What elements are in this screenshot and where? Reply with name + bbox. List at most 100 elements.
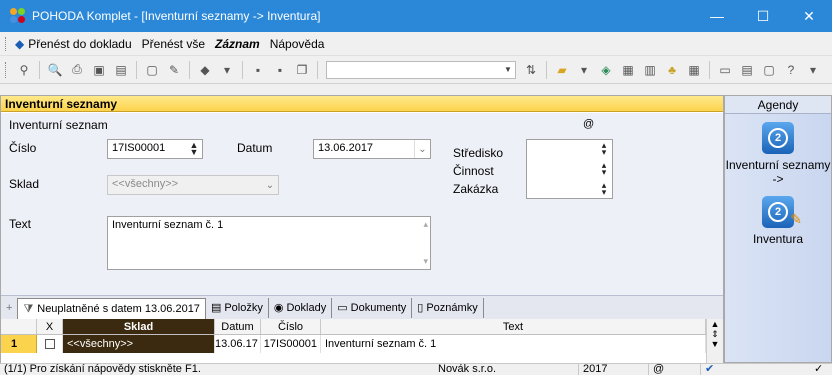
stredisko-cinnost-zakazka-field[interactable]: ▴ ▾ ▴ ▾ ▴ ▾: [526, 139, 613, 199]
datum-field[interactable]: 13.06.2017 ⌄: [313, 139, 431, 159]
cislo-field[interactable]: 17IS00001 ▲ ▼: [107, 139, 203, 159]
edit-icon[interactable]: ✎: [165, 61, 183, 79]
check-icon: ✔: [700, 363, 740, 375]
spinner-icon[interactable]: ▴ ▾: [598, 161, 610, 177]
scroll-up-icon[interactable]: ▴: [423, 219, 428, 230]
column-header-sklad[interactable]: Sklad: [63, 319, 215, 334]
chevron-down-icon: ⌄: [265, 179, 275, 191]
maximize-button[interactable]: ☐: [740, 0, 786, 32]
minimize-button[interactable]: —: [694, 0, 740, 32]
attach-icon[interactable]: ◈: [597, 61, 615, 79]
column-header[interactable]: Text: [321, 319, 706, 334]
print-preview-icon[interactable]: ▣: [90, 61, 108, 79]
documents-icon: ◉: [273, 302, 284, 314]
close-button[interactable]: ✕: [786, 0, 832, 32]
barcode-icon[interactable]: ▦: [685, 61, 703, 79]
search-icon[interactable]: 🔍: [46, 61, 64, 79]
menu-napoveda[interactable]: Nápověda: [270, 37, 325, 51]
back-icon[interactable]: ◆: [196, 61, 214, 79]
cell-text[interactable]: Inventurní seznam č. 1: [321, 335, 706, 353]
menu-grip: [5, 36, 9, 51]
tab-dokumenty[interactable]: ▭ Dokumenty: [332, 297, 413, 318]
form-icon[interactable]: ▭: [716, 61, 734, 79]
agenda-inventurni-seznamy[interactable]: 2 Inventurní seznamy ->: [725, 122, 831, 186]
tab-doklady[interactable]: ◉ Doklady: [269, 297, 333, 318]
filter-icon[interactable]: ⚲: [15, 61, 33, 79]
pin-icon[interactable]: +: [1, 298, 17, 318]
toolbar-grip: [5, 61, 9, 78]
status-bar: (1/1) Pro získání nápovědy stiskněte F1.…: [0, 363, 832, 375]
grid-header: X Sklad Datum Číslo Text: [1, 319, 723, 335]
spinner-icon[interactable]: ▲ ▼: [188, 141, 200, 157]
dropdown-icon[interactable]: ▾: [804, 61, 822, 79]
window-icon[interactable]: ▢: [760, 61, 778, 79]
list-icon[interactable]: ▤: [738, 61, 756, 79]
menu-prenest-do-dokladu[interactable]: ◆ Přenést do dokladu: [15, 37, 132, 51]
sklad-field: <<všechny>> ⌄: [107, 175, 279, 195]
tab-neuplatnene[interactable]: ⧩ Neuplatněné s datem 13.06.2017: [17, 297, 206, 320]
scroll-down-icon[interactable]: ▾: [423, 256, 428, 267]
row-number-header: [1, 319, 37, 334]
combo-dropdown-icon[interactable]: ▼: [501, 62, 515, 78]
agenda-label: Inventura: [752, 232, 804, 246]
folder-icon[interactable]: ▰: [553, 61, 571, 79]
dropdown-icon[interactable]: ▾: [218, 61, 236, 79]
status-at: @: [648, 363, 678, 375]
table-row[interactable]: 1 <<všechny>> 13.06.17 17IS00001 Inventu…: [1, 335, 723, 353]
list-icon: ▤: [210, 302, 222, 314]
report-icon[interactable]: ▤: [112, 61, 130, 79]
help-icon[interactable]: ?: [782, 61, 800, 79]
status-year: 2017: [578, 363, 624, 375]
sort-icon[interactable]: ⇅: [522, 61, 540, 79]
scroll-down-icon[interactable]: ▼: [707, 339, 723, 349]
toolbar: ⚲ 🔍 ⎙ ▣ ▤ ▢ ✎ ◆ ▾ ▪ ▪ ❐ ▼ ⇅ ▰ ▾ ◈ ▦ ▥ ♣ …: [0, 56, 832, 84]
row-checkbox-cell[interactable]: [37, 335, 63, 353]
separator: [189, 60, 190, 79]
note-icon: ▯: [417, 302, 424, 314]
items-grid: X Sklad Datum Číslo Text 1 <<všechny>> 1…: [1, 319, 723, 363]
column-header[interactable]: Číslo: [261, 319, 321, 334]
separator: [546, 60, 547, 79]
pohoda-logo-icon: [10, 8, 26, 24]
tab-polozky[interactable]: ▤ Položky: [206, 297, 269, 318]
cell-cislo[interactable]: 17IS00001: [261, 335, 321, 353]
save-all-icon[interactable]: ▪: [271, 61, 289, 79]
separator: [317, 60, 318, 79]
cell-datum[interactable]: 13.06.17: [215, 335, 261, 353]
stredisko-label: Středisko: [453, 146, 504, 160]
tab-poznamky[interactable]: ▯ Poznámky: [412, 297, 484, 318]
agenda-inventura[interactable]: 2 ✎ Inventura: [725, 196, 831, 246]
save-icon[interactable]: ▪: [249, 61, 267, 79]
status-company: Novák s.r.o.: [438, 363, 497, 375]
menu-zaznam[interactable]: Záznam: [215, 37, 260, 51]
row-checkbox[interactable]: [44, 339, 55, 349]
cell-sklad[interactable]: <<všechny>>: [63, 335, 215, 353]
row-number: 1: [1, 335, 37, 353]
arrow-left-icon: ◆: [15, 36, 25, 51]
filter-icon: ⧩: [23, 302, 34, 315]
ok-icon: ✓: [814, 363, 824, 375]
spinner-icon[interactable]: ▴ ▾: [598, 181, 610, 197]
text-value: Inventurní seznam č. 1: [112, 219, 224, 231]
print-icon[interactable]: ⎙: [68, 61, 86, 79]
column-header[interactable]: X: [37, 319, 63, 334]
column-header[interactable]: Datum: [215, 319, 261, 334]
table-icon[interactable]: ▦: [619, 61, 637, 79]
dropdown-icon[interactable]: ▾: [575, 61, 593, 79]
copy-icon[interactable]: ❐: [293, 61, 311, 79]
calculator-icon[interactable]: ▥: [641, 61, 659, 79]
calendar-dropdown-icon[interactable]: ⌄: [414, 140, 430, 158]
scroll-thumb[interactable]: ⇕: [707, 329, 723, 339]
menu-prenest-vse[interactable]: Přenést vše: [142, 37, 205, 51]
grid-scrollbar[interactable]: ▲ ⇕ ▼: [706, 319, 723, 363]
text-field[interactable]: Inventurní seznam č. 1 ▴ ▾: [107, 216, 431, 270]
new-record-icon[interactable]: ▢: [143, 61, 161, 79]
separator: [242, 60, 243, 79]
separator: [39, 60, 40, 79]
scroll-up-icon[interactable]: ▲: [707, 319, 723, 329]
accounting-icon[interactable]: ♣: [663, 61, 681, 79]
datum-value: 13.06.2017: [318, 142, 374, 154]
spinner-icon[interactable]: ▴ ▾: [598, 141, 610, 157]
toolbar-combo[interactable]: ▼: [326, 60, 516, 79]
detail-tabs: + ⧩ Neuplatněné s datem 13.06.2017 ▤ Pol…: [1, 295, 723, 320]
